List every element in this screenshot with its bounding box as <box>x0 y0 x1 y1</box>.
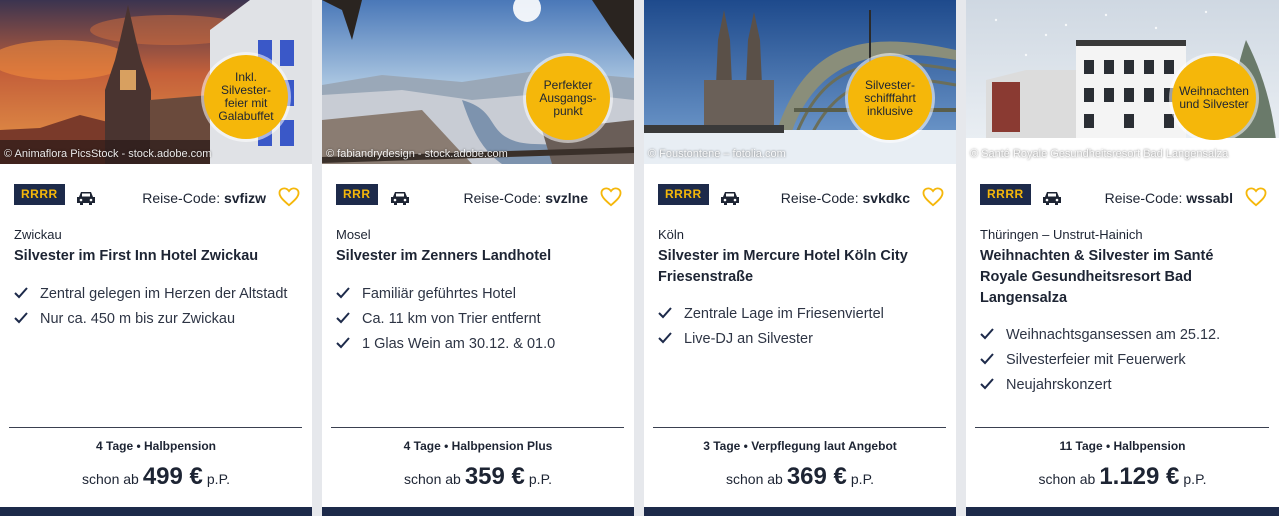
feature-item: Zentrale Lage im Friesenviertel <box>658 302 942 327</box>
offer-image[interactable]: © Foustontene – fotolia.com Silvester-sc… <box>644 0 956 164</box>
offer-card[interactable]: © Animaflora PicsStock - stock.adobe.com… <box>0 0 312 516</box>
region-label: Mosel <box>336 227 371 242</box>
promo-badge: Inkl. Silvester-feier mit Galabuffet <box>204 55 288 139</box>
car-icon <box>391 192 409 205</box>
check-icon <box>980 328 994 340</box>
image-credit: © Foustontene – fotolia.com <box>648 148 786 160</box>
check-icon <box>14 287 28 299</box>
region-label: Köln <box>658 227 685 242</box>
check-icon <box>336 312 350 324</box>
category-badge: RRRR <box>658 184 709 205</box>
car-icon <box>77 192 95 205</box>
divider <box>653 427 946 428</box>
feature-item: 1 Glas Wein am 30.12. & 01.0 <box>336 332 620 357</box>
feature-item: Live-DJ an Silvester <box>658 327 942 352</box>
check-icon <box>658 307 672 319</box>
check-icon <box>336 287 350 299</box>
favorite-heart-icon[interactable] <box>1245 187 1267 207</box>
favorite-heart-icon[interactable] <box>600 187 622 207</box>
category-badge: RRRR <box>980 184 1031 205</box>
offer-card[interactable]: © Santé Royale Gesundheitsresort Bad Lan… <box>966 0 1279 516</box>
travel-code: Reise-Code: svzlne <box>463 190 588 206</box>
offer-card[interactable]: © Foustontene – fotolia.com Silvester-sc… <box>644 0 956 516</box>
category-badge: RRR <box>336 184 378 205</box>
duration-board: 3 Tage • Verpflegung laut Angebot <box>703 439 897 453</box>
price-line: schon ab 369 € p.P. <box>726 463 874 490</box>
feature-item: Neujahrskonzert <box>980 373 1264 398</box>
check-icon <box>658 332 672 344</box>
image-credit: © Animaflora PicsStock - stock.adobe.com <box>4 148 212 160</box>
details-button-bar[interactable] <box>644 507 956 516</box>
offer-title[interactable]: Silvester im First Inn Hotel Zwickau <box>14 246 298 267</box>
car-icon <box>721 192 739 205</box>
offer-title[interactable]: Silvester im Mercure Hotel Köln City Fri… <box>658 246 942 288</box>
feature-item: Silvesterfeier mit Feuerwerk <box>980 348 1264 373</box>
check-icon <box>980 353 994 365</box>
region-label: Thüringen – Unstrut-Hainich <box>980 227 1143 242</box>
feature-item: Weihnachtsgansessen am 25.12. <box>980 323 1264 348</box>
offer-image[interactable]: © Animaflora PicsStock - stock.adobe.com… <box>0 0 312 164</box>
feature-item: Zentral gelegen im Herzen der Altstadt <box>14 282 298 307</box>
favorite-heart-icon[interactable] <box>278 187 300 207</box>
feature-list: Zentrale Lage im Friesenviertel Live-DJ … <box>658 302 942 352</box>
price-amount: 369 € <box>786 463 847 490</box>
check-icon <box>336 337 350 349</box>
offer-title[interactable]: Weihnachten & Silvester im Santé Royale … <box>980 246 1264 309</box>
feature-item: Ca. 11 km von Trier entfernt <box>336 307 620 332</box>
check-icon <box>980 378 994 390</box>
image-credit: © fabiandrydesign - stock.adobe.com <box>326 148 508 160</box>
offer-image[interactable]: © fabiandrydesign - stock.adobe.com Perf… <box>322 0 634 164</box>
price-line: schon ab 1.129 € p.P. <box>1038 463 1207 490</box>
feature-list: Zentral gelegen im Herzen der Altstadt N… <box>14 282 298 332</box>
divider <box>9 427 302 428</box>
feature-item: Familiär geführtes Hotel <box>336 282 620 307</box>
price-line: schon ab 359 € p.P. <box>404 463 552 490</box>
divider <box>975 427 1269 428</box>
price-amount: 499 € <box>142 463 203 490</box>
promo-badge: Perfekter Ausgangs-punkt <box>526 56 610 140</box>
travel-code: Reise-Code: svfizw <box>142 190 266 206</box>
promo-badge: Weihnachten und Silvester <box>1172 56 1256 140</box>
details-button-bar[interactable] <box>0 507 312 516</box>
travel-code: Reise-Code: svkdkc <box>780 190 910 206</box>
details-button-bar[interactable] <box>966 507 1279 516</box>
duration-board: 4 Tage • Halbpension Plus <box>403 439 553 453</box>
details-button-bar[interactable] <box>322 507 634 516</box>
region-label: Zwickau <box>14 227 62 242</box>
duration-board: 11 Tage • Halbpension <box>1059 439 1186 453</box>
price-amount: 359 € <box>464 463 525 490</box>
offer-title[interactable]: Silvester im Zenners Landhotel <box>336 246 620 267</box>
divider <box>331 427 624 428</box>
feature-item: Nur ca. 450 m bis zur Zwickau <box>14 307 298 332</box>
price-line: schon ab 499 € p.P. <box>82 463 230 490</box>
category-badge: RRRR <box>14 184 65 205</box>
offer-card[interactable]: © fabiandrydesign - stock.adobe.com Perf… <box>322 0 634 516</box>
favorite-heart-icon[interactable] <box>922 187 944 207</box>
check-icon <box>14 312 28 324</box>
travel-code: Reise-Code: wssabl <box>1104 190 1233 206</box>
duration-board: 4 Tage • Halbpension <box>96 439 216 453</box>
price-amount: 1.129 € <box>1099 463 1180 490</box>
offer-image[interactable]: © Santé Royale Gesundheitsresort Bad Lan… <box>966 0 1279 164</box>
feature-list: Weihnachtsgansessen am 25.12. Silvesterf… <box>980 323 1264 398</box>
feature-list: Familiär geführtes Hotel Ca. 11 km von T… <box>336 282 620 357</box>
car-icon <box>1043 192 1061 205</box>
promo-badge: Silvester-schifffahrt inklusive <box>848 56 932 140</box>
image-credit: © Santé Royale Gesundheitsresort Bad Lan… <box>970 148 1229 160</box>
